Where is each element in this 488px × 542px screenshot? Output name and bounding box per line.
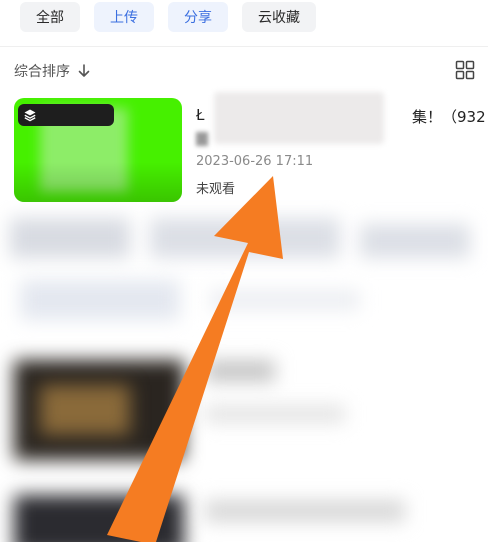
video-thumbnail[interactable]	[14, 98, 182, 202]
filter-cloud-favorites[interactable]: 云收藏	[242, 2, 316, 32]
watch-status: 未观看	[196, 182, 236, 197]
blurred-list	[0, 200, 488, 542]
filter-tabs: 全部 上传 分享 云收藏	[20, 2, 316, 34]
grid-view-icon[interactable]	[455, 60, 475, 80]
item-title-start: Ł	[196, 106, 205, 124]
sort-label: 综合排序	[14, 64, 70, 80]
item-date: 2023-06-26 17:11	[196, 154, 314, 169]
layers-icon	[24, 109, 36, 122]
arrow-down-icon	[78, 64, 90, 77]
item-title-end: 集！（932	[412, 108, 486, 126]
filter-upload[interactable]: 上传	[94, 2, 154, 32]
filter-share[interactable]: 分享	[168, 2, 228, 32]
divider	[0, 46, 488, 47]
sort-selector[interactable]: 综合排序	[14, 60, 90, 82]
list-item[interactable]: Ł 集！（932 2023-06-26 17:11 未观看	[14, 92, 486, 202]
collection-badge	[18, 104, 114, 126]
filter-all[interactable]: 全部	[20, 2, 80, 32]
redacted-title	[214, 92, 384, 144]
